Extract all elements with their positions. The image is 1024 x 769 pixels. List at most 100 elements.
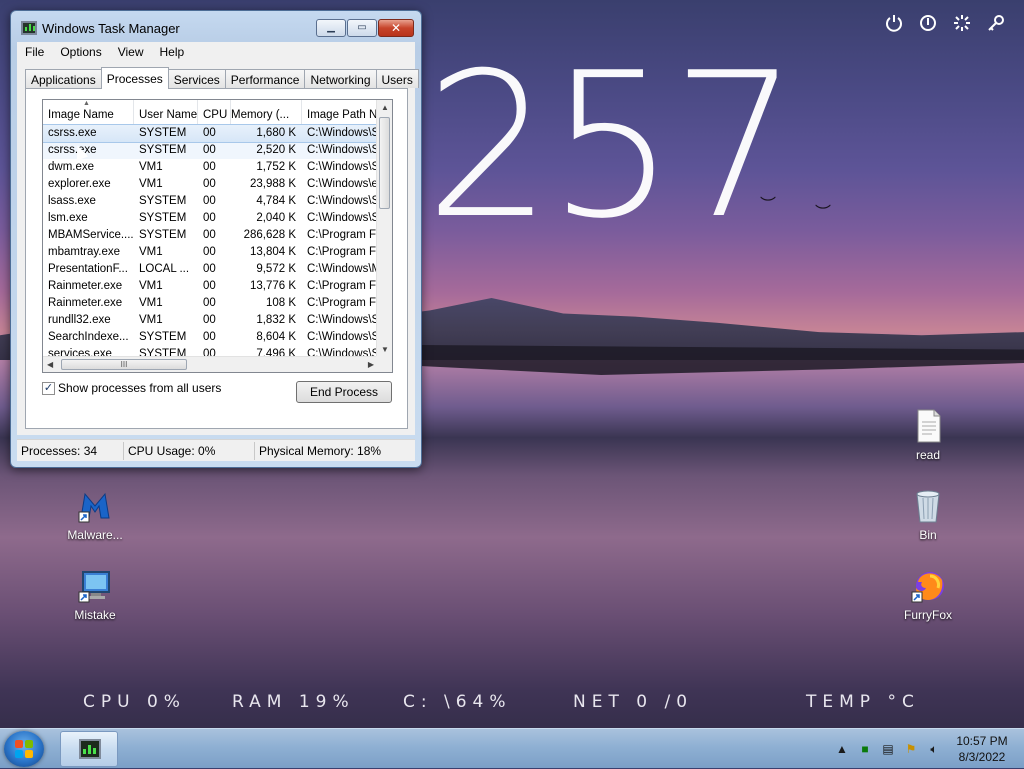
process-memory: 8,604 K (256, 331, 296, 343)
process-user-name: VM1 (139, 280, 163, 292)
process-row[interactable]: rundll32.exe VM1 00 1,832 K C:\Windows\S (43, 312, 378, 329)
vertical-scrollbar[interactable]: ▲ ▼ (376, 100, 392, 357)
desktop-icon-malwarebytes[interactable]: Malware... (55, 488, 135, 542)
net-stat: NET 0 /0 (573, 692, 694, 712)
process-row[interactable]: mbamtray.exe VM1 00 13,804 K C:\Program Fil (43, 244, 378, 261)
process-cpu: 00 (203, 161, 216, 173)
horizontal-scrollbar[interactable]: ◀ III ▶ (43, 356, 378, 372)
tab-users[interactable]: Users (375, 69, 419, 88)
process-memory: 1,680 K (256, 127, 296, 139)
process-row[interactable]: lsm.exe SYSTEM 00 2,040 K C:\Windows\S (43, 210, 378, 227)
status-processes: Processes: 34 (17, 441, 124, 460)
desktop-icon-bin[interactable]: Bin (888, 488, 968, 542)
text-file-icon (910, 408, 946, 444)
tab-processes[interactable]: Processes (100, 67, 169, 89)
tab-performance[interactable]: Performance (224, 69, 306, 88)
desktop-icon-label: FurryFox (904, 608, 952, 622)
ram-stat: RAM 19% (232, 692, 355, 712)
clock-time: 10:57 PM (956, 734, 1008, 748)
scroll-left-arrow-icon[interactable]: ◀ (47, 360, 53, 369)
process-row[interactable]: PresentationF... LOCAL ... 00 9,572 K C:\Win… (43, 261, 378, 278)
scroll-down-arrow-icon[interactable]: ▼ (381, 345, 389, 354)
recycle-bin-icon (910, 488, 946, 524)
column-user-name[interactable]: User Name (134, 100, 198, 124)
scroll-up-arrow-icon[interactable]: ▲ (381, 103, 389, 112)
end-process-button[interactable]: End Process (296, 381, 392, 403)
action-center-flag-icon[interactable]: ⚑ (904, 742, 918, 756)
cpu-stat: CPU 0% (83, 692, 186, 712)
loading-icon[interactable] (952, 14, 972, 38)
malwarebytes-icon (77, 488, 113, 524)
key-icon[interactable] (986, 14, 1006, 38)
column-memory[interactable]: Memory (... (231, 100, 302, 124)
close-button[interactable]: ✕ (378, 19, 414, 37)
process-row[interactable]: csrss.exe SYSTEM 00 2,520 K C:\Windows\S (43, 142, 378, 159)
tab-networking[interactable]: Networking (304, 69, 377, 88)
menu-help[interactable]: Help (152, 45, 193, 59)
minimize-button[interactable]: ▁ (316, 19, 346, 37)
scroll-right-arrow-icon[interactable]: ▶ (368, 360, 374, 369)
desktop-icon-furryfox[interactable]: FurryFox (888, 568, 968, 622)
power-icon[interactable] (884, 14, 904, 38)
volume-icon[interactable]: 🔈︎ (927, 742, 941, 756)
process-list[interactable]: Image Name ▲ User Name CPU Memory (... Im… (42, 99, 393, 373)
rainmeter-tray-icon[interactable]: ■ (858, 742, 872, 756)
process-row[interactable]: Rainmeter.exe VM1 00 13,776 K C:\Program Fil (43, 278, 378, 295)
column-image-name[interactable]: Image Name ▲ (43, 100, 134, 124)
horizontal-scroll-thumb[interactable]: III (61, 359, 187, 370)
firefox-icon (910, 568, 946, 604)
process-memory: 1,752 K (256, 161, 296, 173)
process-memory: 108 K (265, 297, 296, 309)
tab-services[interactable]: Services (167, 69, 226, 88)
column-image-path[interactable]: Image Path Na (302, 100, 378, 124)
tab-strip: Applications Processes Services Performa… (25, 67, 419, 89)
column-cpu[interactable]: CPU (198, 100, 231, 124)
process-memory: 13,804 K (249, 246, 296, 258)
system-tray: ▲ ■ ▤ ⚑ 🔈︎ 10:57 PM 8/3/2022 (835, 729, 1014, 769)
shutdown-icon[interactable] (918, 14, 938, 38)
menu-file[interactable]: File (17, 45, 52, 59)
desktop-clock: 257 (425, 30, 799, 263)
process-row[interactable]: Rainmeter.exe VM1 00 108 K C:\Program Fil (43, 295, 378, 312)
taskbar-clock[interactable]: 10:57 PM 8/3/2022 (950, 733, 1014, 765)
desktop-icon-mistake[interactable]: Mistake (55, 568, 135, 622)
vertical-scroll-thumb[interactable] (379, 117, 390, 209)
network-icon[interactable]: ▤ (881, 742, 895, 756)
taskbar-task-manager-button[interactable] (60, 731, 118, 767)
maximize-button[interactable]: ▭ (347, 19, 377, 37)
process-user-name: SYSTEM (139, 144, 187, 156)
menu-options[interactable]: Options (52, 45, 109, 59)
process-image-path: C:\Windows\S (307, 331, 378, 343)
process-row[interactable]: dwm.exe VM1 00 1,752 K C:\Windows\S (43, 159, 378, 176)
bird-silhouette: ︶ (815, 205, 832, 222)
process-user-name: SYSTEM (139, 229, 187, 241)
process-user-name: SYSTEM (139, 195, 187, 207)
title-bar[interactable]: Windows Task Manager ▁ ▭ ✕ (11, 11, 421, 41)
process-row[interactable]: explorer.exe VM1 00 23,988 K C:\Windows\e (43, 176, 378, 193)
process-image-path: C:\Windows\e (307, 178, 378, 190)
process-row[interactable]: lsass.exe SYSTEM 00 4,784 K C:\Windows\S (43, 193, 378, 210)
tab-applications[interactable]: Applications (25, 69, 102, 88)
process-image-name: MBAMService.... (48, 229, 134, 241)
process-cpu: 00 (203, 331, 216, 343)
process-memory: 286,628 K (243, 229, 296, 241)
window-title: Windows Task Manager (42, 21, 180, 36)
process-memory: 2,040 K (256, 212, 296, 224)
window-client: Applications Processes Services Performa… (17, 62, 419, 435)
process-user-name: VM1 (139, 246, 163, 258)
show-hidden-icons-arrow-icon[interactable]: ▲ (835, 742, 849, 756)
wallpaper-shore (420, 345, 1024, 375)
process-row[interactable]: SearchIndexe... SYSTEM 00 8,604 K C:\Windows… (43, 329, 378, 346)
desktop-icon-read[interactable]: read (888, 408, 968, 462)
process-cpu: 00 (203, 297, 216, 309)
task-manager-icon (21, 21, 37, 35)
checkbox-checked-icon[interactable]: ✓ (42, 381, 55, 395)
process-cpu: 00 (203, 263, 216, 275)
task-manager-window: Windows Task Manager ▁ ▭ ✕ File Options … (10, 10, 422, 468)
start-button[interactable] (4, 731, 44, 767)
process-cpu: 00 (203, 178, 216, 190)
process-row[interactable]: MBAMService.... SYSTEM 00 286,628 K C:\Progr… (43, 227, 378, 244)
process-row[interactable]: csrss.exe SYSTEM 00 1,680 K C:\Windows\S (43, 124, 379, 143)
show-all-processes-checkbox[interactable]: ✓ Show processes from all users (42, 381, 221, 395)
menu-view[interactable]: View (110, 45, 152, 59)
